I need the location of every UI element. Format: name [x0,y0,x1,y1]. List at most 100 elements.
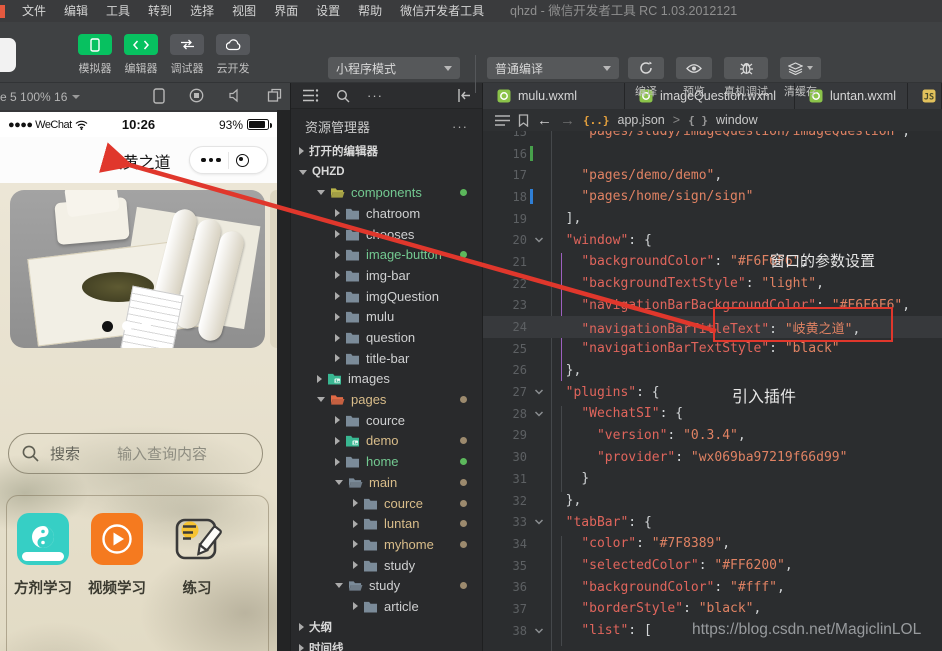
tree-item-cource[interactable]: cource [291,410,482,431]
fold-chevron-icon[interactable] [534,236,548,244]
tree-item-image-button[interactable]: image-button [291,244,482,265]
breadcrumb-section[interactable]: window [716,113,758,127]
code-line-32[interactable]: 32 }, [483,490,942,512]
code-line-34[interactable]: 34 "color": "#7F8389", [483,533,942,555]
menu-item[interactable]: 编辑 [55,0,97,22]
menu-item[interactable]: 选择 [181,0,223,22]
code-line-22[interactable]: 22 "backgroundTextStyle": "light", [483,273,942,295]
tree-item-demo[interactable]: demo [291,431,482,452]
search-bar[interactable]: 搜索 输入查询内容 [8,433,263,474]
code-line-30[interactable]: 30 "provider": "wx069ba97219f66d99" [483,446,942,468]
code-line-29[interactable]: 29 "version": "0.3.4", [483,425,942,447]
code-line-20[interactable]: 20 "window": { [483,229,942,251]
avatar[interactable] [0,38,16,72]
fold-chevron-icon[interactable] [534,627,548,635]
forward-icon[interactable]: → [560,112,575,129]
toolbar-模拟器-button[interactable]: 模拟器 [77,34,113,76]
breadcrumb-file[interactable]: app.json [618,113,665,127]
menu-item[interactable]: 转到 [139,0,181,22]
code-line-15[interactable]: 15 "pages/study/imageQuestion/imageQuest… [483,131,942,143]
tree-item-cource[interactable]: cource [291,493,482,514]
menu-item[interactable]: 帮助 [349,0,391,22]
tree-item-img-bar[interactable]: img-bar [291,265,482,286]
app-练习[interactable]: 练习 [168,513,226,598]
tree-item-chatroom[interactable]: chatroom [291,203,482,224]
code-line-27[interactable]: 27 "plugins": { [483,381,942,403]
modified-dot [460,541,467,548]
tree-item-title-bar[interactable]: title-bar [291,348,482,369]
toolbar-云开发-button[interactable]: 云开发 [215,34,251,76]
app-视频学习[interactable]: 视频学习 [86,513,148,598]
toolbar-真机调试-button[interactable]: 真机调试 [724,57,768,99]
tree-item-images[interactable]: images [291,369,482,390]
code-line-37[interactable]: 37 "borderStyle": "black", [483,598,942,620]
line-number: 23 [483,298,527,312]
fold-chevron-icon[interactable] [534,518,548,526]
chevron-right-icon [299,147,304,155]
code-line-17[interactable]: 17 "pages/demo/demo", [483,164,942,186]
mute-icon[interactable] [228,88,243,104]
windows-icon[interactable] [267,88,282,104]
outline-icon[interactable] [495,115,510,126]
code-line-35[interactable]: 35 "selectedColor": "#FF6200", [483,555,942,577]
menu-item[interactable]: 工具 [97,0,139,22]
app-方剂学习[interactable]: 方剂学习 [12,513,74,598]
code-line-36[interactable]: 36 "backgroundColor": "#fff", [483,576,942,598]
tree-section-大纲[interactable]: 大纲 [291,617,482,638]
tree-item-luntan[interactable]: luntan [291,513,482,534]
tree-item-study[interactable]: study [291,555,482,576]
tree-item-study[interactable]: study [291,575,482,596]
tree-item-pages[interactable]: pages [291,389,482,410]
tree-section-打开的编辑器[interactable]: 打开的编辑器 [291,141,482,162]
code-line-28[interactable]: 28 "WechatSI": { [483,403,942,425]
more-menu-button[interactable] [201,158,221,163]
tree-item-mulu[interactable]: mulu [291,307,482,328]
bookmark-icon[interactable] [518,114,529,127]
menu-item[interactable]: 微信开发者工具 [391,0,493,22]
tree-section-QHZD[interactable]: QHZD [291,162,482,183]
tab-mulu.wxml[interactable]: mulu.wxml [483,83,625,109]
search-icon [21,444,40,463]
device-selector[interactable]: e 5 100% 16 [0,90,67,104]
fold-chevron-icon[interactable] [534,388,548,396]
tree-item-imgQuestion[interactable]: imgQuestion [291,286,482,307]
collapse-panel-icon[interactable] [457,89,472,102]
file-list-icon[interactable] [303,89,319,102]
more-actions-icon[interactable]: ··· [367,88,383,103]
back-icon[interactable]: ← [537,112,552,129]
tree-item-main[interactable]: main [291,472,482,493]
tree-item-myhome[interactable]: myhome [291,534,482,555]
fold-chevron-icon[interactable] [534,410,548,418]
code-editor[interactable]: 15 "pages/study/imageQuestion/imageQuest… [483,131,942,651]
record-icon[interactable] [189,88,204,104]
tree-item-home[interactable]: home [291,451,482,472]
code-line-31[interactable]: 31 } [483,468,942,490]
tab-partial[interactable]: JS [908,83,942,109]
tree-item-chooses[interactable]: chooses [291,224,482,245]
tree-section-时间线[interactable]: 时间线 [291,638,482,651]
exit-miniprogram-button[interactable] [236,154,249,167]
mode-select[interactable]: 小程序模式 [328,57,460,79]
menu-item[interactable]: 设置 [307,0,349,22]
menu-item[interactable]: 界面 [265,0,307,22]
code-line-16[interactable]: 16 [483,143,942,165]
code-line-26[interactable]: 26 }, [483,360,942,382]
code-line-33[interactable]: 33 "tabBar": { [483,511,942,533]
tree-item-question[interactable]: question [291,327,482,348]
tree-item-components[interactable]: components [291,182,482,203]
code-line-19[interactable]: 19 ], [483,208,942,230]
tree-item-article[interactable]: article [291,596,482,617]
compile-select[interactable]: 普通编译 [487,57,619,79]
menu-item[interactable]: 文件 [13,0,55,22]
toolbar-清缓存-button[interactable]: 清缓存 [780,57,821,99]
search-icon[interactable] [336,89,350,103]
code-line-18[interactable]: 18 "pages/home/sign/sign" [483,186,942,208]
toolbar-编辑器-button[interactable]: 编辑器 [123,34,159,76]
carousel-banner[interactable] [10,190,265,348]
toolbar-预览-button[interactable]: 预览 [676,57,712,99]
toolbar-编译-button[interactable]: 编译 [628,57,664,99]
toolbar-调试器-button[interactable]: 调试器 [169,34,205,76]
menu-item[interactable]: 视图 [223,0,265,22]
rotate-device-icon[interactable] [153,88,165,104]
explorer-more-icon[interactable]: ··· [452,119,468,134]
